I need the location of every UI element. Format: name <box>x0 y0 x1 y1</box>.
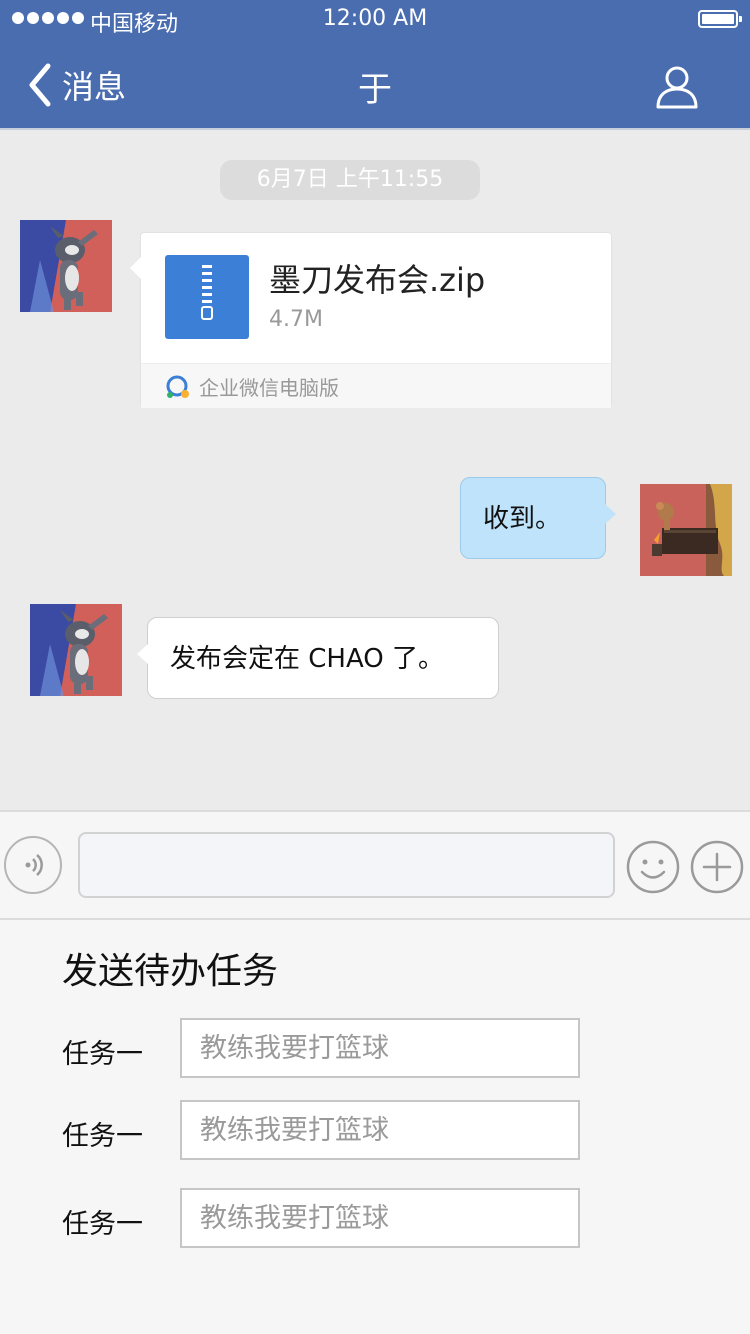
my-avatar[interactable] <box>640 484 732 576</box>
voice-icon <box>25 854 43 876</box>
task-input[interactable] <box>180 1018 580 1078</box>
task-row: 任务一 <box>0 1188 750 1248</box>
nav-bar: 消息 于 <box>0 40 750 130</box>
bubble-tail <box>130 257 141 279</box>
task-label: 任务一 <box>62 1209 143 1240</box>
message-input[interactable] <box>78 832 615 898</box>
profile-icon[interactable] <box>654 64 700 110</box>
message-timestamp: 6月7日 上午11:55 <box>220 160 480 200</box>
file-name: 墨刀发布会.zip <box>269 261 486 299</box>
battery-icon <box>698 10 742 28</box>
status-bar: 中国移动 12:00 AM <box>0 0 750 40</box>
task-row: 任务一 <box>0 1100 750 1160</box>
plus-icon[interactable] <box>690 840 744 894</box>
file-size: 4.7M <box>269 307 323 332</box>
task-label: 任务一 <box>62 1121 143 1152</box>
emoji-icon[interactable] <box>626 840 680 894</box>
contact-avatar[interactable] <box>30 604 122 696</box>
page-title: 于 <box>358 70 392 110</box>
file-source-label: 企业微信电脑版 <box>199 376 339 400</box>
status-time: 12:00 AM <box>322 6 428 31</box>
contact-avatar[interactable] <box>20 220 112 312</box>
file-source-footer: 企业微信电脑版 <box>141 363 611 408</box>
outgoing-message-bubble[interactable]: 收到。 <box>460 477 616 559</box>
voice-button[interactable] <box>4 836 62 894</box>
wecom-logo-icon <box>166 375 189 398</box>
incoming-message-bubble[interactable]: 发布会定在 CHAO 了。 <box>137 617 499 699</box>
zip-file-icon <box>165 255 249 339</box>
message-input-bar <box>0 810 750 920</box>
task-input[interactable] <box>180 1100 580 1160</box>
file-message-card[interactable]: 墨刀发布会.zip 4.7M 企业微信电脑版 <box>130 232 612 408</box>
todo-task-panel: 发送待办任务 任务一 任务一 任务一 <box>0 920 750 1334</box>
panel-title: 发送待办任务 <box>62 951 279 992</box>
task-row: 任务一 <box>0 1018 750 1078</box>
task-input[interactable] <box>180 1188 580 1248</box>
task-label: 任务一 <box>62 1039 143 1070</box>
